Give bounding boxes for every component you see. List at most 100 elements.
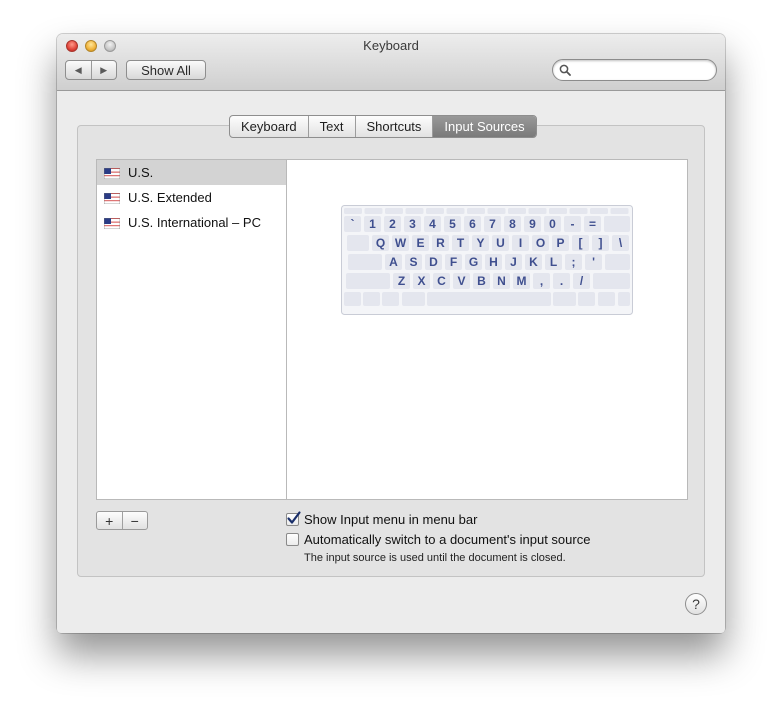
bottom-row-key (382, 292, 399, 306)
input-sources-list[interactable]: U.S. U.S. Extended U.S. International – … (96, 159, 287, 500)
keyboard-key: O (532, 235, 549, 251)
key-label: = (589, 217, 596, 231)
key-label: W (395, 236, 407, 250)
auto-switch-note: The input source is used until the docum… (304, 552, 566, 564)
tab-text[interactable]: Text (309, 116, 356, 137)
bottom-row-key (618, 292, 630, 306)
key-label: L (550, 255, 557, 269)
auto-switch-option[interactable]: Automatically switch to a document's inp… (286, 532, 590, 547)
key-label: Y (476, 236, 484, 250)
key-label: B (477, 274, 486, 288)
bottom-row-key (553, 292, 576, 306)
tab-shortcuts[interactable]: Shortcuts (356, 116, 434, 137)
forward-arrow-icon[interactable]: ▶ (92, 61, 117, 79)
key-label: 3 (409, 217, 416, 231)
function-key (405, 208, 424, 214)
list-item[interactable]: U.S. Extended (97, 185, 286, 210)
keyboard-key: W (392, 235, 409, 251)
function-key (364, 208, 383, 214)
keyboard-key: C (433, 273, 450, 289)
key-label: X (417, 274, 425, 288)
show-input-menu-checkbox[interactable] (286, 511, 301, 526)
key-label: ; (572, 255, 576, 269)
show-input-menu-option[interactable]: Show Input menu in menu bar (286, 511, 478, 527)
add-input-source-button[interactable]: + (97, 512, 123, 529)
keyboard-key: ` (344, 216, 361, 232)
key-label: 5 (449, 217, 456, 231)
modifier-key (346, 273, 390, 289)
key-label: 7 (489, 217, 496, 231)
keyboard-key: 3 (404, 216, 421, 232)
key-label: K (529, 255, 538, 269)
key-label: ` (351, 217, 355, 231)
keyboard-key: = (584, 216, 601, 232)
key-label: J (510, 255, 517, 269)
list-item-label: U.S. (128, 165, 154, 180)
modifier-key (604, 216, 630, 232)
bottom-row-key (598, 292, 615, 306)
preferences-window: Keyboard ◀ ▶ Show All Keyboard Text Shor… (57, 34, 725, 633)
keyboard-key: Y (472, 235, 489, 251)
tab-keyboard[interactable]: Keyboard (230, 116, 309, 137)
key-label: A (389, 255, 398, 269)
keyboard-key: 1 (364, 216, 381, 232)
keyboard-preview-pane: ` 1 2 3 4 5 6 7 8 9 0 - = Q W E R T Y U I O P [] \ A S D F G H J K L; ' Z X C… (286, 159, 688, 500)
keyboard-key: Q (372, 235, 389, 251)
keyboard-key: M (513, 273, 530, 289)
function-key (549, 208, 567, 214)
keyboard-key: B (473, 273, 490, 289)
search-field[interactable] (552, 59, 717, 81)
show-input-menu-label: Show Input menu in menu bar (304, 512, 478, 527)
key-label: , (540, 274, 543, 288)
key-label: U (496, 236, 505, 250)
keyboard-key: [ (572, 235, 589, 251)
key-label: 2 (389, 217, 396, 231)
key-label: [ (579, 236, 583, 250)
key-label: ' (592, 255, 595, 269)
back-arrow-icon[interactable]: ◀ (66, 61, 92, 79)
bottom-row-key (344, 292, 361, 306)
keyboard-key: 4 (424, 216, 441, 232)
keyboard-key: 6 (464, 216, 481, 232)
key-label: 8 (509, 217, 516, 231)
keyboard-key: ; (565, 254, 582, 270)
key-label: 0 (549, 217, 556, 231)
tab-input-sources[interactable]: Input Sources (433, 116, 536, 137)
key-label: T (457, 236, 465, 250)
function-key (590, 208, 608, 214)
key-label: 9 (529, 217, 536, 231)
keyboard-key: 2 (384, 216, 401, 232)
auto-switch-checkbox[interactable] (286, 533, 299, 546)
help-button[interactable]: ? (685, 593, 707, 615)
key-label: M (517, 274, 527, 288)
keyboard-key: 9 (524, 216, 541, 232)
auto-switch-label: Automatically switch to a document's inp… (304, 532, 591, 547)
bottom-row-key (402, 292, 425, 306)
us-flag-icon (103, 167, 121, 180)
us-flag-icon (103, 192, 121, 205)
key-label: D (429, 255, 438, 269)
keyboard-key: 7 (484, 216, 501, 232)
list-item[interactable]: U.S. (97, 160, 286, 185)
keyboard-key: 0 (544, 216, 561, 232)
keyboard-key: D (425, 254, 442, 270)
key-label: V (457, 274, 465, 288)
back-forward-control: ◀ ▶ (65, 60, 117, 80)
remove-input-source-button[interactable]: − (123, 512, 148, 529)
keyboard-layout-preview: ` 1 2 3 4 5 6 7 8 9 0 - = Q W E R T Y U I O P [] \ A S D F G H J K L; ' Z X C… (341, 205, 633, 315)
keyboard-key: , (533, 273, 550, 289)
key-label: Q (376, 236, 385, 250)
keyboard-key: I (512, 235, 529, 251)
show-all-button[interactable]: Show All (126, 60, 206, 80)
key-label: 1 (369, 217, 376, 231)
keyboard-key: H (485, 254, 502, 270)
list-item[interactable]: U.S. International – PC (97, 210, 286, 235)
keyboard-key: V (453, 273, 470, 289)
keyboard-key: ] (592, 235, 609, 251)
keyboard-key: \ (612, 235, 629, 251)
function-key (528, 208, 547, 214)
key-label: C (437, 274, 446, 288)
function-key (487, 208, 506, 214)
keyboard-key: - (564, 216, 581, 232)
key-label: E (416, 236, 424, 250)
